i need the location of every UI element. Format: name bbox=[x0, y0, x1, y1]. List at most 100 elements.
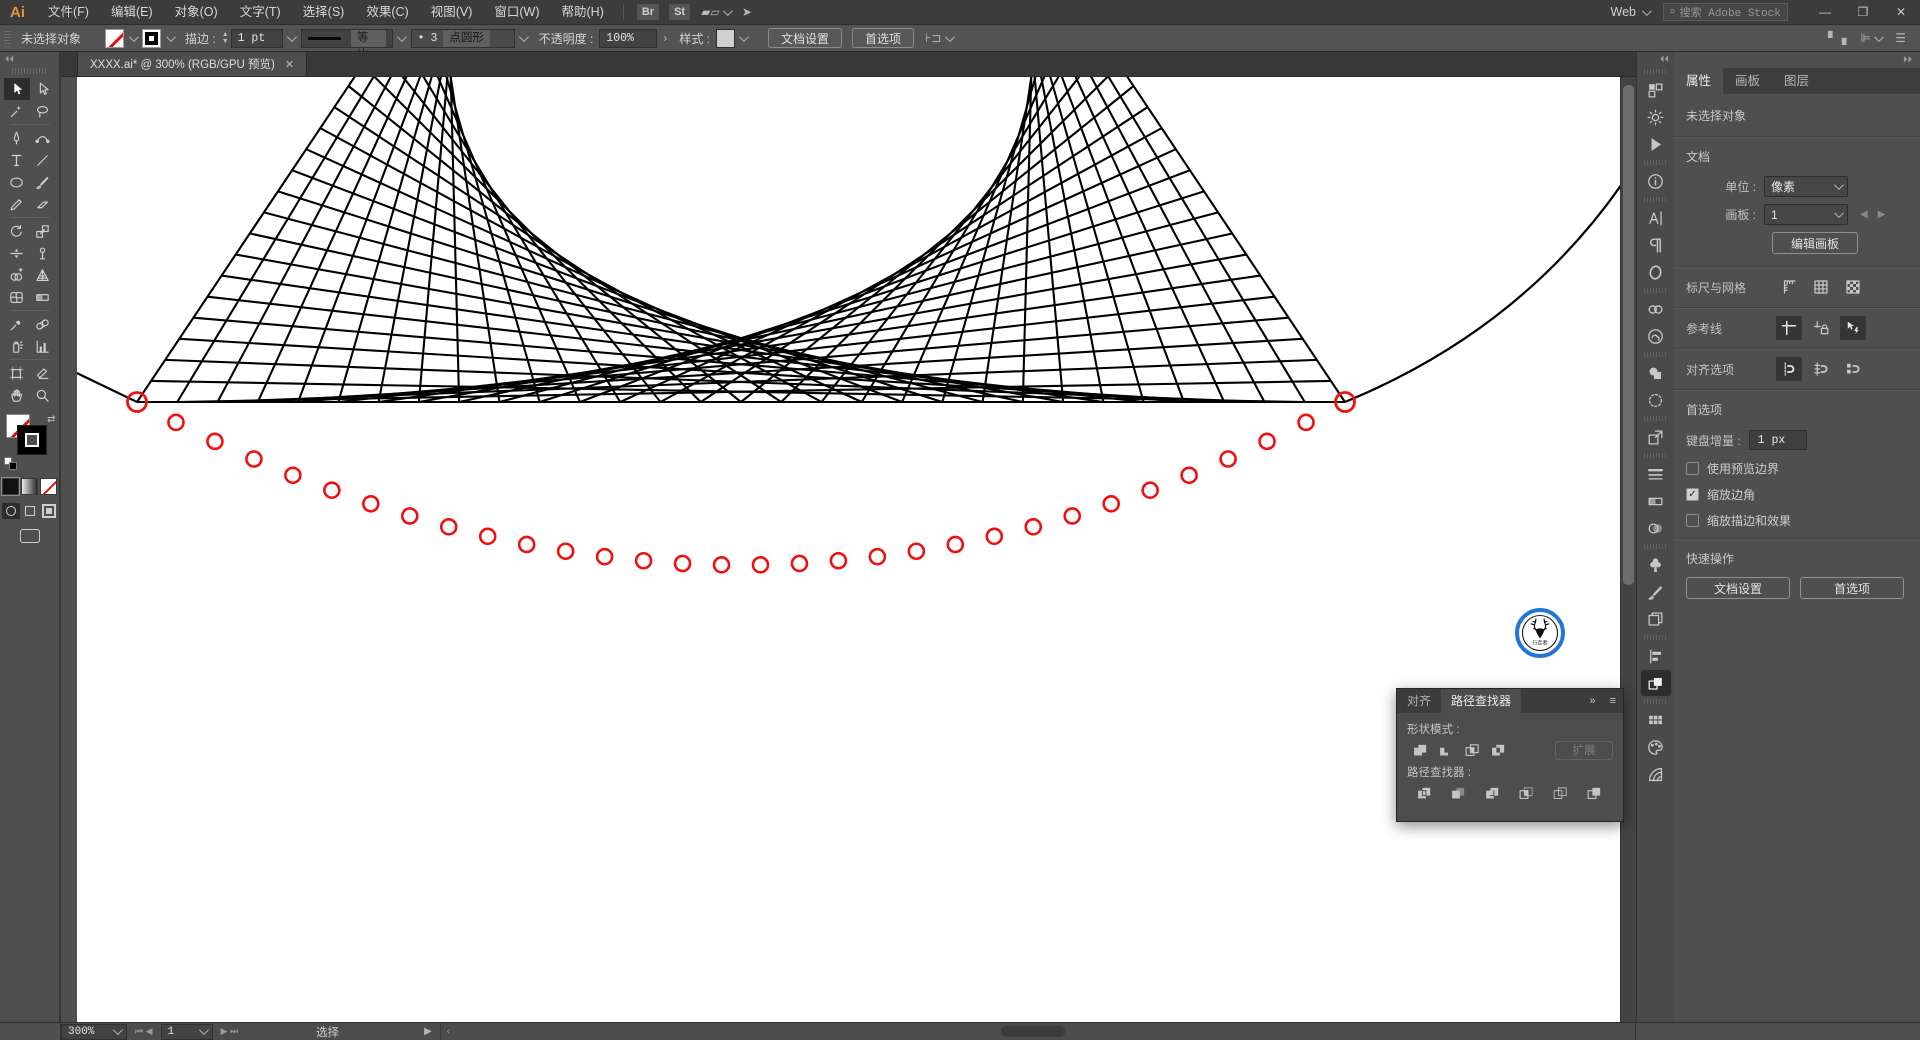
scroll-left-icon[interactable]: ‹ bbox=[447, 1026, 450, 1037]
menu-item[interactable]: 效果(C) bbox=[355, 0, 419, 25]
close-tab-icon[interactable]: ✕ bbox=[285, 58, 294, 71]
stroke-color-swatch[interactable] bbox=[17, 426, 46, 454]
gradient-tool[interactable] bbox=[30, 286, 56, 308]
rotate-tool[interactable] bbox=[4, 220, 30, 242]
shapes-panel-icon[interactable] bbox=[1641, 360, 1671, 386]
color-panel-icon[interactable] bbox=[1641, 734, 1671, 760]
width-tool[interactable] bbox=[4, 242, 30, 264]
guides-button[interactable] bbox=[1776, 316, 1802, 340]
export-panel-icon[interactable] bbox=[1641, 424, 1671, 450]
bridge-button[interactable]: Br bbox=[636, 4, 660, 20]
zoom-level-dropdown[interactable]: 300% bbox=[61, 1023, 127, 1040]
toolbox-grip[interactable] bbox=[12, 68, 47, 74]
draw-inside-mode[interactable] bbox=[40, 503, 58, 519]
gradient-button[interactable] bbox=[21, 478, 38, 495]
none-button[interactable] bbox=[40, 478, 57, 495]
line-segment-tool[interactable] bbox=[30, 149, 56, 171]
snap-options-icon[interactable]: ⊫ bbox=[1860, 31, 1885, 45]
toolbox-collapse-icon[interactable]: ⏴⏴ bbox=[0, 52, 59, 66]
artboard-tool[interactable] bbox=[4, 362, 30, 384]
stroke-dropdown[interactable] bbox=[162, 29, 176, 48]
opentype-panel-icon[interactable] bbox=[1641, 259, 1671, 285]
trim-button[interactable] bbox=[1441, 782, 1475, 804]
fill-swatch[interactable] bbox=[105, 28, 125, 48]
panel-tab[interactable]: 图层 bbox=[1772, 68, 1821, 94]
pathfinder-panel-icon[interactable] bbox=[1640, 670, 1671, 696]
vertical-scrollbar[interactable] bbox=[1620, 77, 1636, 1022]
menu-item[interactable]: 文字(T) bbox=[229, 0, 292, 25]
share-icon[interactable]: ➤ bbox=[742, 5, 752, 19]
next-artboard-icon[interactable]: ▶ bbox=[1878, 209, 1886, 220]
unit-dropdown[interactable]: 像素 bbox=[1764, 176, 1848, 197]
unite-button[interactable] bbox=[1407, 739, 1433, 761]
draw-behind-mode[interactable] bbox=[21, 503, 39, 519]
horizontal-scrollbar[interactable]: ‹ bbox=[439, 1023, 1635, 1040]
dock-grip[interactable] bbox=[1644, 416, 1667, 421]
document-tab[interactable]: XXXX.ai* @ 300% (RGB/GPU 预览) ✕ bbox=[77, 51, 308, 76]
quick-action-button[interactable]: 首选项 bbox=[1800, 577, 1904, 599]
checkbox[interactable] bbox=[1686, 462, 1699, 475]
type-tool[interactable] bbox=[4, 149, 30, 171]
preferences-button[interactable]: 首选项 bbox=[851, 28, 914, 48]
column-graph-tool[interactable] bbox=[30, 335, 56, 357]
screen-mode-button[interactable] bbox=[19, 529, 40, 543]
selection-tool[interactable] bbox=[3, 78, 30, 100]
stroke-stepper[interactable]: ▲ ▼ bbox=[222, 31, 229, 45]
divide-button[interactable] bbox=[1407, 782, 1441, 804]
minimize-button[interactable]: — bbox=[1806, 0, 1844, 25]
color-button[interactable] bbox=[1, 477, 20, 496]
artboard-panel-panel-icon[interactable] bbox=[1641, 77, 1671, 103]
curvature-tool[interactable] bbox=[30, 127, 56, 149]
artboard-nav-last[interactable]: ▶ ⏭ bbox=[213, 1026, 247, 1037]
layout-icon[interactable]: ▰▱ bbox=[701, 5, 733, 19]
fill-dropdown[interactable] bbox=[125, 29, 139, 48]
slice-tool[interactable] bbox=[30, 362, 56, 384]
stroke-swatch[interactable] bbox=[142, 28, 162, 48]
document-setup-button[interactable]: 文档设置 bbox=[767, 28, 842, 48]
opacity-expand-icon[interactable]: › bbox=[663, 31, 667, 45]
profile-dropdown[interactable]: 等比 bbox=[300, 28, 393, 61]
merge-button[interactable] bbox=[1475, 782, 1509, 804]
snap-point-button[interactable] bbox=[1776, 357, 1802, 381]
outline-button[interactable] bbox=[1543, 782, 1577, 804]
ai-logo[interactable]: Ai bbox=[0, 4, 37, 21]
edit-artboards-button[interactable]: 编辑画板 bbox=[1772, 232, 1858, 254]
gradient-panel-icon[interactable] bbox=[1641, 488, 1671, 514]
scale-tool[interactable] bbox=[30, 220, 56, 242]
mesh-tool[interactable] bbox=[4, 286, 30, 308]
panel-collapse-icon[interactable]: » bbox=[1582, 695, 1602, 707]
profile-chevron[interactable] bbox=[394, 29, 408, 48]
panel-menu-icon[interactable]: ☰ bbox=[1895, 31, 1906, 45]
creative-cloud-panel-icon[interactable] bbox=[1641, 323, 1671, 349]
close-button[interactable]: ✕ bbox=[1882, 0, 1920, 25]
stock-search-input[interactable]: ⌕ 搜索 Adobe Stock bbox=[1663, 3, 1788, 21]
character-panel-icon[interactable] bbox=[1641, 205, 1671, 231]
color-guide-panel-icon[interactable] bbox=[1641, 761, 1671, 787]
grid-button[interactable] bbox=[1808, 275, 1834, 299]
draw-normal-mode[interactable] bbox=[1, 503, 20, 519]
menu-item[interactable]: 视图(V) bbox=[420, 0, 484, 25]
dock-grip[interactable] bbox=[1644, 288, 1667, 293]
pencil-tool[interactable] bbox=[4, 193, 30, 215]
transparency-panel-icon[interactable] bbox=[1641, 515, 1671, 541]
hand-tool[interactable] bbox=[4, 384, 30, 406]
symbol-sprayer-tool[interactable] bbox=[4, 335, 30, 357]
align-panel-icon[interactable] bbox=[1641, 643, 1671, 669]
vertical-scroll-thumb[interactable] bbox=[1623, 85, 1634, 585]
transparency-grid-button[interactable] bbox=[1840, 275, 1866, 299]
dock-grip[interactable] bbox=[1644, 635, 1667, 640]
stroke-width-field[interactable]: 1 pt bbox=[230, 28, 283, 48]
stroke-width-dropdown[interactable] bbox=[284, 29, 298, 48]
ellipse-tool[interactable] bbox=[4, 171, 30, 193]
eraser-tool[interactable] bbox=[30, 193, 56, 215]
checkbox[interactable]: ✓ bbox=[1686, 488, 1699, 501]
snap-grid-button[interactable] bbox=[1808, 357, 1834, 381]
perspective-grid-tool[interactable] bbox=[30, 264, 56, 286]
play-panel-icon[interactable] bbox=[1641, 131, 1671, 157]
menu-item[interactable]: 选择(S) bbox=[292, 0, 356, 25]
symbols-panel-icon[interactable] bbox=[1641, 552, 1671, 578]
canvas[interactable]: 行走者 bbox=[77, 77, 1620, 1022]
restore-button[interactable]: ❐ bbox=[1844, 0, 1882, 25]
pathfinder-panel-tab[interactable]: 对齐 bbox=[1397, 689, 1441, 713]
dock-grip[interactable] bbox=[1644, 699, 1667, 704]
